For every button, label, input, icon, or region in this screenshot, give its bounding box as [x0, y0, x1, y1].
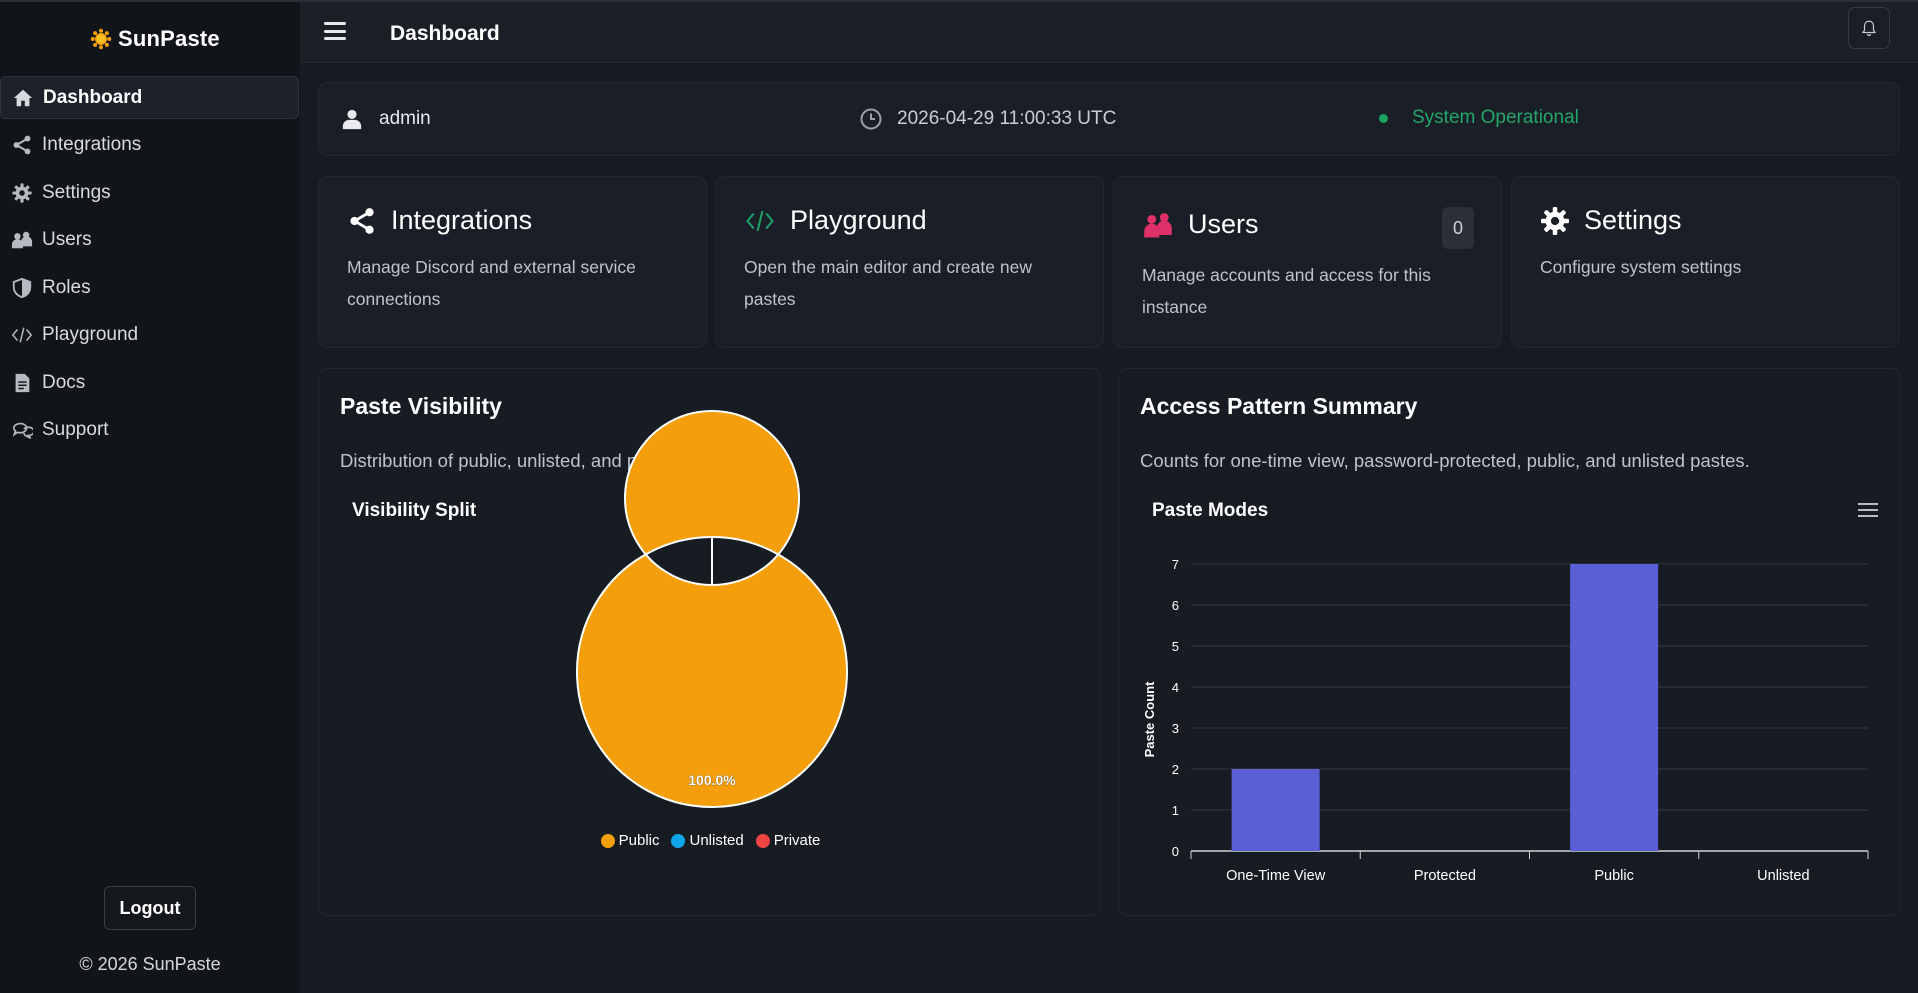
x-tick-label: One-Time View: [1226, 868, 1326, 884]
share-icon: [10, 133, 34, 157]
code-icon: [746, 210, 774, 231]
legend-label: Public: [618, 832, 660, 849]
gear-icon: [1541, 206, 1569, 235]
bar-one-time-view: [1231, 769, 1320, 851]
status-dot: [1379, 113, 1388, 123]
sidebar-item-label: Users: [42, 229, 92, 250]
card-description: Manage accounts and access for this inst…: [1142, 265, 1431, 317]
card-title: Settings: [1584, 205, 1682, 235]
status-bar: admin 2026-04-29 11:00:33 UTC System Ope…: [318, 82, 1900, 156]
card-description: Manage Discord and external service conn…: [347, 257, 636, 309]
logout-button[interactable]: Logout: [104, 886, 196, 930]
legend-label: Private: [773, 832, 821, 849]
home-icon: [11, 86, 35, 110]
y-axis-label: Paste Count: [1142, 681, 1157, 758]
y-tick-label: 5: [1172, 639, 1179, 654]
legend-item-public[interactable]: Public: [600, 832, 660, 849]
y-tick-label: 1: [1172, 803, 1179, 818]
sidebar-item-roles[interactable]: Roles: [0, 266, 300, 309]
sidebar-item-dashboard[interactable]: Dashboard: [0, 76, 299, 119]
legend-swatch: [755, 833, 770, 848]
y-tick-label: 3: [1172, 721, 1179, 736]
clock-icon: [860, 108, 882, 130]
code-icon: [10, 323, 34, 347]
status-user: admin: [341, 107, 431, 131]
x-tick-label: Public: [1594, 868, 1634, 884]
legend-item-unlisted[interactable]: Unlisted: [671, 832, 744, 849]
user-icon: [342, 109, 362, 130]
sun-icon: [90, 28, 112, 50]
bar-public: [1570, 564, 1659, 851]
menu-toggle-icon[interactable]: [324, 22, 346, 40]
bell-icon: [1861, 20, 1877, 37]
card-description: Configure system settings: [1540, 257, 1742, 277]
y-tick-label: 0: [1172, 844, 1179, 859]
access-pattern-panel: Access Pattern Summary Counts for one-ti…: [1118, 368, 1901, 916]
sidebar-item-label: Support: [42, 419, 109, 440]
panel-title: Paste Visibility: [340, 393, 502, 419]
paste-visibility-panel: Paste Visibility Distribution of public,…: [318, 368, 1101, 916]
sidebar-item-playground[interactable]: Playground: [0, 314, 300, 357]
card-description: Open the main editor and create new past…: [744, 257, 1032, 309]
sidebar-item-integrations[interactable]: Integrations: [0, 124, 300, 167]
users-icon: [10, 228, 34, 252]
top-header: Dashboard: [300, 0, 1918, 63]
sidebar-item-label: Playground: [42, 324, 139, 345]
y-tick-label: 7: [1172, 557, 1179, 572]
system-status-text: System Operational: [1412, 107, 1579, 128]
card-title: Playground: [790, 205, 927, 235]
share-icon: [350, 207, 374, 234]
brand-logo[interactable]: SunPaste: [90, 26, 220, 52]
system-status: System Operational: [1379, 107, 1579, 129]
page-title: Dashboard: [390, 22, 500, 45]
legend-swatch: [671, 833, 686, 848]
sidebar-item-support[interactable]: Support: [0, 409, 300, 452]
card-settings[interactable]: Settings Configure system settings: [1511, 176, 1900, 348]
card-playground[interactable]: Playground Open the main editor and crea…: [715, 176, 1104, 348]
panel-description: Distribution of public, unlisted, and pr…: [340, 450, 748, 471]
sidebar-item-label: Integrations: [42, 134, 142, 155]
copyright: © 2026 SunPaste: [79, 954, 221, 974]
y-tick-label: 6: [1172, 598, 1179, 613]
sidebar-item-settings[interactable]: Settings: [0, 171, 300, 214]
status-timestamp: 2026-04-29 11:00:33 UTC: [897, 108, 1117, 129]
card-title: Integrations: [391, 205, 533, 235]
sidebar-item-users[interactable]: Users: [0, 219, 300, 262]
status-time: 2026-04-29 11:00:33 UTC: [859, 107, 1116, 131]
card-integrations[interactable]: Integrations Manage Discord and external…: [318, 176, 707, 348]
paste-modes-bar-chart: 0 1 2 3 4 5 6 7 One-Time View Protected Public Unli…: [1142, 557, 1869, 884]
sidebar: SunPaste Dashboard Integrations Settings…: [0, 0, 300, 993]
card-users[interactable]: Users 0 Manage accounts and access for t…: [1113, 176, 1502, 348]
document-icon: [10, 371, 34, 395]
notifications-button[interactable]: [1848, 7, 1890, 49]
legend-label: Unlisted: [689, 832, 744, 849]
card-title: Users: [1188, 209, 1259, 239]
gear-icon: [10, 181, 34, 205]
chart-legend: Public Unlisted Private: [319, 832, 1102, 849]
brand-name: SunPaste: [118, 26, 220, 51]
legend-item-private[interactable]: Private: [755, 832, 821, 849]
sidebar-item-label: Dashboard: [43, 86, 143, 108]
sidebar-item-docs[interactable]: Docs: [0, 361, 300, 404]
sidebar-item-label: Docs: [42, 371, 86, 393]
users-icon: [1144, 212, 1172, 237]
shield-icon: [10, 276, 34, 300]
x-tick-label: Protected: [1414, 868, 1476, 884]
chart-title: Visibility Split: [352, 500, 477, 521]
chat-icon: [10, 418, 34, 442]
x-tick-label: Unlisted: [1757, 868, 1809, 884]
status-username: admin: [379, 108, 431, 129]
y-tick-label: 2: [1172, 762, 1179, 777]
users-count-badge: 0: [1442, 207, 1474, 249]
legend-swatch: [600, 833, 615, 848]
sidebar-nav: Dashboard Integrations Settings Users Ro…: [0, 76, 300, 456]
sidebar-item-label: Settings: [42, 181, 111, 203]
y-tick-label: 4: [1172, 680, 1179, 695]
donut-data-label: 100.0%: [688, 772, 736, 788]
sidebar-item-label: Roles: [42, 276, 91, 298]
